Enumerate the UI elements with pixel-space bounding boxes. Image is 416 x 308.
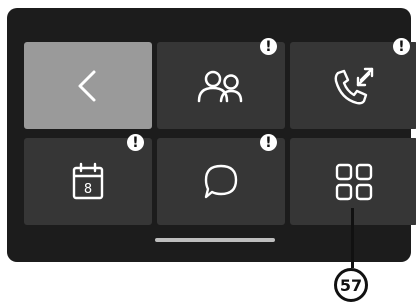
callout-number: 57 <box>334 268 368 302</box>
back-button[interactable] <box>24 42 152 129</box>
notification-badge: ! <box>127 134 144 151</box>
notification-badge: ! <box>393 38 410 55</box>
calendar-day-label: 8 <box>84 182 92 197</box>
notification-badge: ! <box>260 38 277 55</box>
chat-bubble-icon <box>204 164 238 198</box>
messages-button[interactable]: ! <box>157 134 285 225</box>
calls-button[interactable]: ! <box>290 38 416 129</box>
notification-badge: ! <box>260 134 277 151</box>
contacts-button[interactable]: ! <box>157 38 285 129</box>
callout-leader-line <box>351 208 354 268</box>
contacts-icon <box>197 70 243 102</box>
calendar-button[interactable]: 8 ! <box>24 134 152 225</box>
phone-call-arrows-icon <box>334 67 374 104</box>
chevron-left-icon <box>78 70 96 101</box>
bottom-handle[interactable] <box>155 238 275 242</box>
calendar-icon: 8 <box>72 162 104 199</box>
grid-apps-icon <box>335 163 373 200</box>
